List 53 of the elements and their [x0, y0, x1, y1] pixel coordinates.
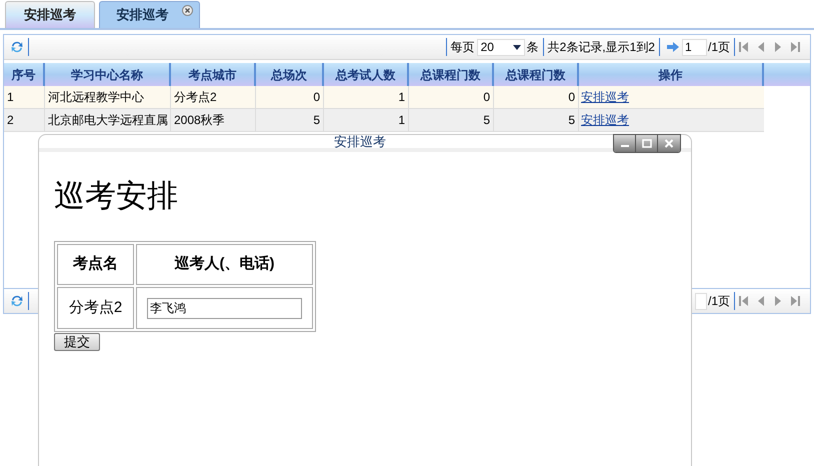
column-header: 巡考人(、电话) — [136, 244, 313, 285]
page-total: /1页 — [708, 39, 730, 56]
first-page-icon[interactable] — [739, 41, 749, 53]
column-header: 考点名 — [57, 244, 134, 285]
last-page-icon[interactable] — [790, 295, 800, 307]
table-cell: 分考点2 — [171, 86, 256, 108]
per-page-label: 每页 — [450, 39, 475, 56]
table-cell: 0 — [494, 86, 579, 108]
table-cell: 5 — [409, 109, 494, 131]
maximize-icon — [642, 139, 652, 148]
arrange-link[interactable]: 安排巡考 — [581, 88, 629, 106]
table-cell: 2008秋季 — [171, 109, 256, 131]
minimize-button[interactable] — [614, 135, 636, 152]
next-page-icon[interactable] — [774, 41, 781, 53]
submit-button[interactable]: 提交 — [54, 333, 100, 351]
invigilator-field[interactable]: 李飞鸿 — [147, 298, 302, 319]
first-page-icon[interactable] — [739, 295, 749, 307]
previous-page-icon[interactable] — [758, 295, 765, 307]
close-icon[interactable] — [182, 5, 193, 16]
page-field[interactable] — [694, 292, 707, 310]
close-button[interactable] — [658, 135, 680, 152]
per-page-select[interactable]: 20 — [476, 38, 525, 56]
tab[interactable]: 安排巡考 — [5, 1, 95, 28]
page-total: /1页 — [708, 293, 730, 310]
next-page-icon[interactable] — [774, 295, 781, 307]
table-cell: 0 — [256, 86, 324, 108]
table-cell: 1 — [324, 109, 409, 131]
page-field[interactable]: 1 — [682, 38, 707, 56]
close-icon — [664, 139, 674, 148]
page-heading: 巡考安排 — [54, 177, 179, 216]
table-row[interactable]: 1 河北远程教学中心 分考点2 0 1 0 0 安排巡考 — [4, 86, 764, 109]
table-cell: 1 — [324, 86, 409, 108]
arrow-right-icon[interactable] — [666, 42, 679, 52]
last-page-icon[interactable] — [790, 41, 800, 53]
table-cell: 5 — [256, 109, 324, 131]
per-page-unit: 条 — [526, 39, 539, 56]
table-row[interactable]: 2 北京邮电大学远程直属 2008秋季 5 1 5 5 安排巡考 — [4, 109, 764, 132]
record-info: 共2条记录,显示1到2 — [548, 39, 655, 56]
previous-page-icon[interactable] — [758, 41, 765, 53]
refresh-icon[interactable] — [10, 40, 24, 54]
refresh-icon[interactable] — [10, 294, 24, 308]
table-cell: 北京邮电大学远程直属 — [45, 109, 171, 131]
tab[interactable]: 安排巡考 — [99, 1, 200, 28]
table-cell: 0 — [409, 86, 494, 108]
table-cell: 河北远程教学中心 — [45, 86, 171, 108]
maximize-button[interactable] — [636, 135, 658, 152]
dialog-title: 安排巡考 — [334, 132, 386, 151]
dropdown-arrow-icon — [512, 44, 521, 50]
table-cell: 1 — [4, 86, 45, 108]
table-cell: 分考点2 — [57, 287, 134, 329]
table-cell: 2 — [4, 109, 45, 131]
arrange-link[interactable]: 安排巡考 — [581, 111, 629, 129]
table-cell: 5 — [494, 109, 579, 131]
